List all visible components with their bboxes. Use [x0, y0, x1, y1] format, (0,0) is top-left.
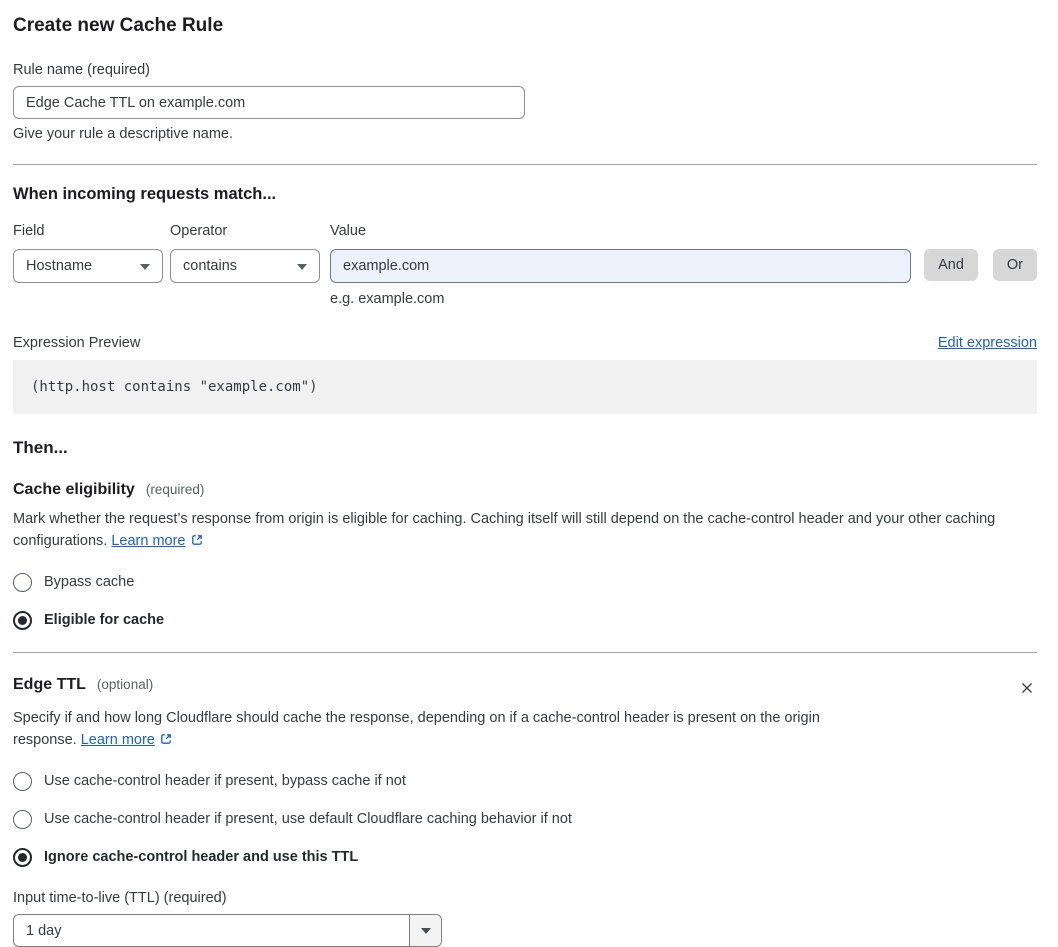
radio-button-selected[interactable]	[13, 847, 32, 867]
radio-button[interactable]	[13, 572, 32, 592]
learn-more-link[interactable]: Learn more	[81, 732, 155, 748]
edge-ttl-optional-note: (optional)	[96, 677, 154, 692]
cache-eligibility-required-note: (required)	[145, 482, 205, 497]
operator-label: Operator	[170, 223, 228, 239]
cache-eligibility-description: Mark whether the request’s response from…	[13, 509, 1037, 554]
field-select-value: Hostname	[26, 258, 93, 274]
chevron-down-icon	[140, 264, 150, 270]
radio-label: Bypass cache	[44, 574, 135, 590]
chevron-down-icon	[420, 927, 431, 934]
radio-button[interactable]	[13, 771, 32, 791]
expression-preview-label: Expression Preview	[13, 335, 141, 351]
create-cache-rule-form: Create new Cache Rule Rule name (require…	[0, 0, 1058, 947]
ttl-select-arrow-button[interactable]	[409, 915, 441, 946]
cache-eligibility-options: Bypass cache Eligible for cache	[13, 572, 1037, 630]
value-label: Value	[330, 223, 367, 239]
close-icon	[1019, 683, 1035, 699]
ttl-select-value: 1 day	[26, 922, 62, 939]
value-helper: e.g. example.com	[330, 291, 445, 307]
description-line: Specify if and how long Cloudflare shoul…	[13, 710, 820, 726]
and-button[interactable]: And	[924, 249, 978, 281]
ttl-select[interactable]: 1 day	[13, 914, 442, 947]
radio-option-use-header-default[interactable]: Use cache-control header if present, use…	[13, 809, 1037, 829]
expression-code: (http.host contains "example.com")	[31, 379, 318, 395]
description-line: Mark whether the request’s response from…	[13, 511, 996, 527]
expression-code-block: (http.host contains "example.com")	[13, 360, 1037, 414]
external-link-icon	[190, 533, 204, 555]
cache-eligibility-heading: Cache eligibility	[13, 481, 135, 498]
external-link-icon	[159, 732, 173, 754]
page-title: Create new Cache Rule	[13, 15, 224, 36]
field-label: Field	[13, 223, 45, 239]
operator-select-value: contains	[183, 258, 238, 274]
edge-ttl-options: Use cache-control header if present, byp…	[13, 771, 1037, 867]
rule-name-helper: Give your rule a descriptive name.	[13, 126, 234, 142]
edit-expression-link[interactable]: Edit expression	[938, 335, 1037, 351]
value-input[interactable]	[330, 249, 912, 283]
or-button[interactable]: Or	[992, 249, 1037, 281]
ttl-input-label: Input time-to-live (TTL) (required)	[13, 890, 227, 906]
description-line: configurations.	[13, 532, 112, 549]
close-edge-ttl-button[interactable]	[1017, 678, 1037, 698]
radio-button-selected[interactable]	[13, 610, 32, 630]
rule-name-label: Rule name (required)	[13, 62, 151, 78]
match-section-heading: When incoming requests match...	[13, 185, 277, 203]
learn-more-link[interactable]: Learn more	[111, 533, 185, 549]
match-expression-row: Field Hostname Operator contains Value e…	[13, 223, 1037, 307]
section-divider	[13, 164, 1037, 165]
field-select[interactable]: Hostname	[13, 249, 163, 283]
radio-option-eligible-for-cache[interactable]: Eligible for cache	[13, 610, 1037, 630]
section-divider	[13, 652, 1037, 653]
radio-label: Use cache-control header if present, byp…	[44, 773, 406, 789]
radio-option-use-header-bypass[interactable]: Use cache-control header if present, byp…	[13, 771, 1037, 791]
radio-label: Eligible for cache	[44, 612, 165, 628]
chevron-down-icon	[297, 264, 307, 270]
radio-option-bypass-cache[interactable]: Bypass cache	[13, 572, 1037, 592]
radio-label: Use cache-control header if present, use…	[44, 811, 572, 827]
radio-option-ignore-header-use-ttl[interactable]: Ignore cache-control header and use this…	[13, 847, 1037, 867]
edge-ttl-heading: Edge TTL	[13, 676, 86, 693]
rule-name-input[interactable]	[13, 86, 525, 119]
radio-button[interactable]	[13, 809, 32, 829]
description-line: response.	[13, 731, 81, 748]
operator-select[interactable]: contains	[170, 249, 320, 283]
then-heading: Then...	[13, 438, 68, 457]
radio-label: Ignore cache-control header and use this…	[44, 849, 359, 865]
edge-ttl-description: Specify if and how long Cloudflare shoul…	[13, 708, 1037, 753]
